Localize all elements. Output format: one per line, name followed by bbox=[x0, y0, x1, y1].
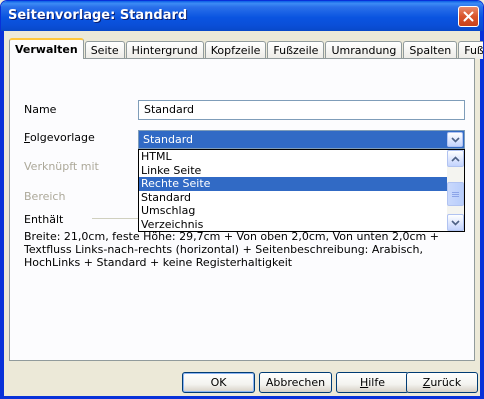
window-title: Seitenvorlage: Standard bbox=[8, 8, 188, 23]
name-input[interactable]: Standard bbox=[138, 100, 465, 120]
title-bar[interactable]: Seitenvorlage: Standard bbox=[1, 1, 483, 31]
name-label: Name bbox=[24, 103, 57, 116]
help-button[interactable]: Hilfe bbox=[336, 372, 409, 393]
enthaelt-divider bbox=[92, 218, 138, 219]
dropdown-options: HTML Linke Seite Rechte Seite Standard U… bbox=[139, 150, 448, 231]
scroll-thumb[interactable] bbox=[447, 182, 464, 206]
tab-fusszeile[interactable]: Fußzeile bbox=[267, 41, 325, 59]
grip-icon bbox=[452, 191, 459, 193]
ok-button[interactable]: OK bbox=[182, 372, 255, 393]
help-accel: H bbox=[359, 376, 369, 389]
dropdown-option-html[interactable]: HTML bbox=[139, 150, 448, 164]
close-icon bbox=[463, 11, 474, 22]
folgevorlage-dropdown-button[interactable] bbox=[447, 132, 463, 147]
dropdown-option-linke-seite[interactable]: Linke Seite bbox=[139, 164, 448, 178]
cancel-button[interactable]: Abbrechen bbox=[259, 372, 332, 393]
back-label-rest: urück bbox=[430, 376, 462, 389]
scroll-down-button[interactable] bbox=[447, 214, 464, 231]
scroll-up-button[interactable] bbox=[447, 150, 464, 167]
dialog-body: Verwalten Seite Hintergrund Kopfzeile Fu… bbox=[1, 31, 483, 398]
folgevorlage-dropdown-list: HTML Linke Seite Rechte Seite Standard U… bbox=[138, 149, 465, 232]
tab-hintergrund[interactable]: Hintergrund bbox=[125, 41, 204, 59]
tab-verwalten[interactable]: Verwalten bbox=[9, 38, 84, 59]
dialog-window: Seitenvorlage: Standard Verwalten Seite … bbox=[0, 0, 484, 399]
folgevorlage-value: Standard bbox=[143, 133, 194, 146]
folgevorlage-label-rest: olgevorlage bbox=[29, 131, 95, 144]
style-description: Breite: 21,0cm, feste Höhe: 29,7cm + Von… bbox=[24, 230, 439, 269]
help-label-rest: ilfe bbox=[368, 376, 386, 389]
dropdown-scrollbar[interactable] bbox=[447, 150, 464, 231]
tab-kopfzeile[interactable]: Kopfzeile bbox=[204, 41, 267, 59]
chevron-up-icon bbox=[451, 155, 460, 162]
folgevorlage-label: Folgevorlage bbox=[24, 131, 95, 144]
chevron-down-icon bbox=[450, 136, 460, 143]
back-button[interactable]: Zurück bbox=[406, 372, 478, 393]
verknuepft-label: Verknüpft mit bbox=[24, 160, 99, 173]
tab-panel-verwalten: Name Standard Folgevorlage Standard HTML… bbox=[9, 58, 475, 361]
dropdown-option-verzeichnis[interactable]: Verzeichnis bbox=[139, 218, 448, 232]
tab-bar: Verwalten Seite Hintergrund Kopfzeile Fu… bbox=[9, 37, 483, 59]
close-button[interactable] bbox=[458, 6, 479, 27]
dropdown-option-rechte-seite[interactable]: Rechte Seite bbox=[139, 177, 448, 191]
tab-umrandung[interactable]: Umrandung bbox=[325, 41, 403, 59]
dropdown-option-standard[interactable]: Standard bbox=[139, 191, 448, 205]
enthaelt-label: Enthält bbox=[24, 213, 64, 226]
chevron-down-icon bbox=[451, 219, 460, 226]
dropdown-option-umschlag[interactable]: Umschlag bbox=[139, 204, 448, 218]
folgevorlage-select[interactable]: Standard bbox=[138, 130, 465, 149]
tab-seite[interactable]: Seite bbox=[84, 41, 125, 59]
tab-spalten[interactable]: Spalten bbox=[403, 41, 458, 59]
tab-fussnote[interactable]: Fußnote bbox=[458, 41, 483, 59]
bereich-label: Bereich bbox=[24, 190, 66, 203]
